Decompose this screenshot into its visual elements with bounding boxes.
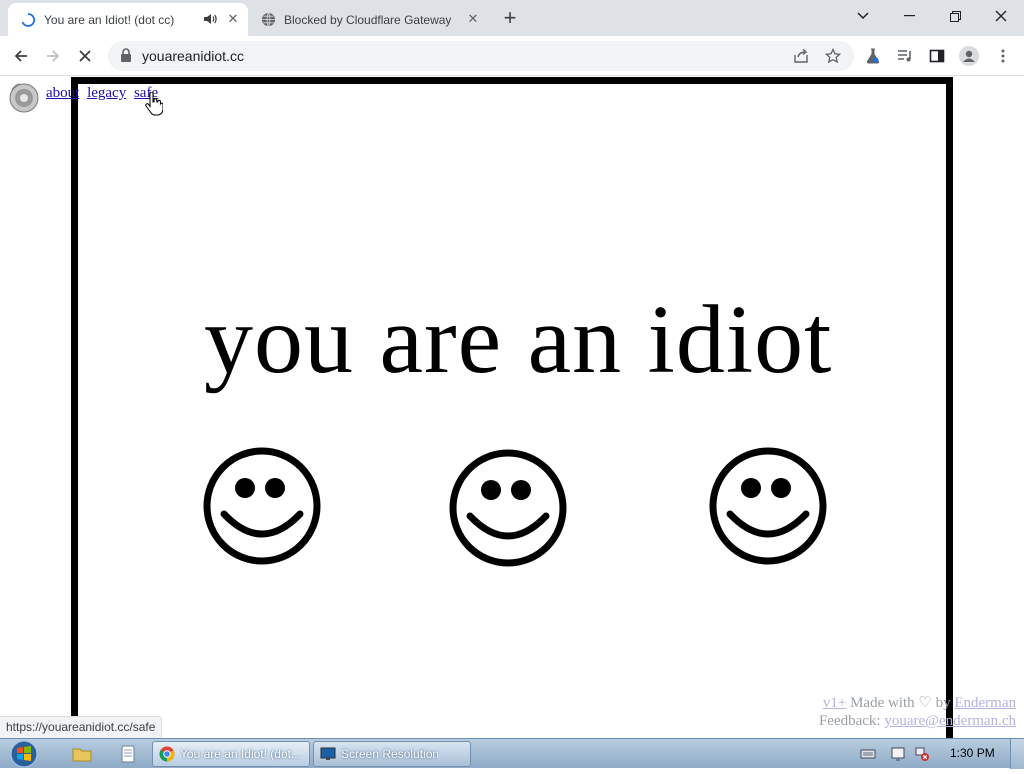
tab-blocked-cloudflare[interactable]: Blocked by Cloudflare Gateway ✕ bbox=[248, 3, 488, 36]
system-clock[interactable]: 1:30 PM bbox=[950, 746, 995, 760]
smiley-face-icon bbox=[448, 448, 568, 568]
page-footer: v1+ Made with ♡ by Enderman Feedback: yo… bbox=[819, 694, 1016, 730]
hand-cursor-icon bbox=[145, 91, 164, 116]
explorer-folder-icon[interactable] bbox=[72, 744, 92, 764]
tab-close-icon[interactable]: ✕ bbox=[464, 10, 482, 28]
task-label: Screen Resolution bbox=[341, 747, 440, 761]
notepad-icon[interactable] bbox=[118, 744, 138, 764]
feedback-email-link[interactable]: youare@enderman.ch bbox=[884, 713, 1016, 729]
browser-toolbar: youareanidiot.cc bbox=[0, 36, 1024, 76]
about-link[interactable]: about bbox=[46, 85, 79, 101]
speaker-icon[interactable] bbox=[8, 82, 40, 114]
taskbar: You are an Idiot! (dot... Screen Resolut… bbox=[0, 738, 1024, 769]
more-menu-icon[interactable] bbox=[988, 41, 1018, 71]
labs-flask-icon[interactable] bbox=[858, 41, 888, 71]
tab-you-are-an-idiot[interactable]: You are an Idiot! (dot cc) ✕ bbox=[8, 3, 248, 36]
minimize-button[interactable] bbox=[886, 0, 932, 32]
bookmark-star-icon[interactable] bbox=[818, 41, 848, 71]
monitor-icon bbox=[320, 746, 336, 762]
page-content: about legacy safe you are an idiot v1+ M… bbox=[0, 76, 1024, 738]
media-controls-icon[interactable] bbox=[890, 41, 920, 71]
stop-loading-button[interactable] bbox=[70, 41, 100, 71]
feedback-label: Feedback: bbox=[818, 713, 881, 729]
restore-button[interactable] bbox=[932, 0, 978, 32]
url-text: youareanidiot.cc bbox=[142, 48, 244, 64]
side-panel-icon[interactable] bbox=[922, 41, 952, 71]
tab-strip: You are an Idiot! (dot cc) ✕ Blocked by … bbox=[0, 0, 1024, 36]
address-bar[interactable]: youareanidiot.cc bbox=[108, 41, 854, 71]
globe-icon bbox=[260, 12, 276, 28]
forward-button[interactable] bbox=[38, 41, 68, 71]
show-desktop-button[interactable] bbox=[1010, 739, 1024, 769]
version-link[interactable]: v1+ bbox=[823, 695, 846, 711]
profile-avatar-icon[interactable] bbox=[954, 41, 984, 71]
audio-playing-icon[interactable] bbox=[202, 11, 218, 27]
tab-close-icon[interactable]: ✕ bbox=[224, 10, 242, 28]
legacy-link[interactable]: legacy bbox=[87, 85, 126, 101]
new-tab-button[interactable]: + bbox=[498, 5, 522, 30]
chrome-icon bbox=[159, 746, 175, 762]
heart-icon: ♡ bbox=[918, 695, 932, 711]
made-with-text: Made with bbox=[850, 695, 915, 711]
taskbar-item-screen-resolution[interactable]: Screen Resolution bbox=[313, 741, 471, 767]
loading-spinner-icon bbox=[20, 12, 36, 28]
smiley-face-icon bbox=[708, 446, 828, 566]
status-bar-url: https://youareanidiot.cc/safe bbox=[0, 716, 163, 738]
network-disconnected-icon[interactable] bbox=[914, 746, 930, 762]
tab-title: You are an Idiot! (dot cc) bbox=[44, 12, 175, 27]
close-window-button[interactable] bbox=[978, 0, 1024, 32]
start-button-icon[interactable] bbox=[8, 739, 44, 769]
lock-icon[interactable] bbox=[120, 48, 134, 64]
author-link[interactable]: Enderman bbox=[954, 695, 1016, 711]
by-text: by bbox=[935, 695, 951, 711]
taskbar-item-browser[interactable]: You are an Idiot! (dot... bbox=[152, 741, 310, 767]
task-label: You are an Idiot! (dot... bbox=[180, 747, 301, 761]
action-center-icon[interactable] bbox=[890, 746, 906, 762]
tab-search-icon[interactable] bbox=[840, 0, 886, 32]
share-icon[interactable] bbox=[786, 41, 816, 71]
content-frame bbox=[71, 77, 953, 738]
keyboard-icon[interactable] bbox=[860, 746, 876, 762]
back-button[interactable] bbox=[6, 41, 36, 71]
smiley-face-icon bbox=[202, 446, 322, 566]
tab-title: Blocked by Cloudflare Gateway bbox=[284, 12, 452, 27]
headline-text: you are an idiot bbox=[204, 286, 833, 394]
